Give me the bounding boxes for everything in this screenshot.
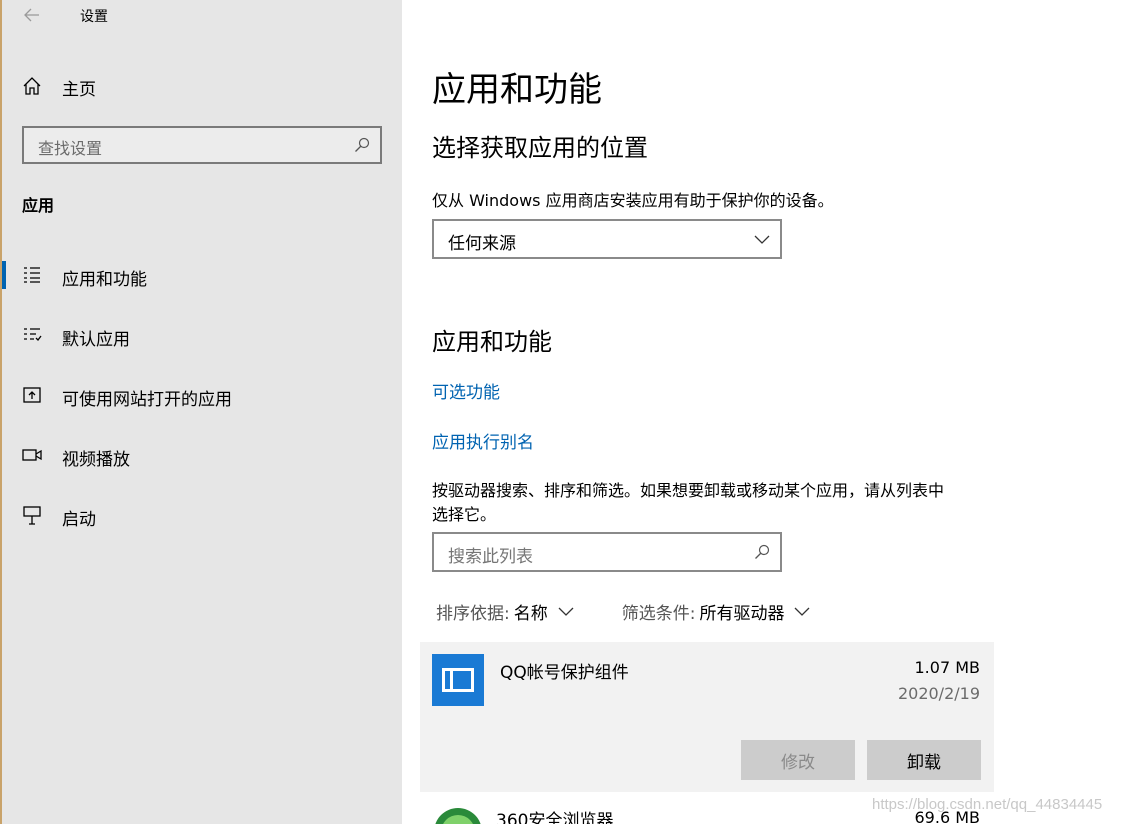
search-icon xyxy=(355,137,370,152)
app-execution-aliases-link[interactable]: 应用执行别名 xyxy=(432,428,534,453)
apps-description-line2: 选择它。 xyxy=(432,505,497,524)
settings-search-input[interactable]: 查找设置 xyxy=(22,126,382,164)
watermark: https://blog.csdn.net/qq_44834445 xyxy=(872,796,1103,813)
search-placeholder: 查找设置 xyxy=(38,139,103,158)
sort-dropdown[interactable]: 排序依据: 名称 xyxy=(436,599,574,625)
sidebar-item-label: 启动 xyxy=(62,510,96,530)
app-source-dropdown[interactable]: 任何来源 xyxy=(432,219,782,259)
sort-filter-row: 排序依据: 名称 筛选条件: 所有驱动器 xyxy=(436,599,810,625)
360-browser-app-icon xyxy=(432,806,484,824)
sidebar-section-heading: 应用 xyxy=(22,196,55,215)
qq-protection-app-icon xyxy=(432,654,484,706)
video-playback-icon xyxy=(22,449,42,461)
open-website-icon xyxy=(23,387,41,403)
app-list-search-input[interactable]: 搜索此列表 xyxy=(432,532,782,572)
window-title: 设置 xyxy=(80,9,108,25)
app-list-item[interactable]: QQ帐号保护组件 1.07 MB 2020/2/19 修改 卸载 xyxy=(420,642,994,792)
source-section-heading: 选择获取应用的位置 xyxy=(432,134,648,162)
back-arrow-icon xyxy=(24,8,39,22)
default-apps-icon xyxy=(24,328,42,341)
sidebar-item-startup[interactable]: 启动 xyxy=(2,488,402,548)
apps-description-line1: 按驱动器搜索、排序和筛选。如果想要卸载或移动某个应用，请从列表中 xyxy=(432,481,945,500)
sidebar-item-default-apps[interactable]: 默认应用 xyxy=(2,308,402,368)
sort-value: 名称 xyxy=(513,604,548,624)
apps-list-icon xyxy=(24,267,40,283)
uninstall-button[interactable]: 卸载 xyxy=(867,740,981,780)
sidebar-item-label: 应用和功能 xyxy=(62,270,147,290)
main-content: 应用和功能 选择获取应用的位置 仅从 Windows 应用商店安装应用有助于保护… xyxy=(402,0,1125,824)
search-placeholder: 搜索此列表 xyxy=(448,547,533,567)
app-install-date: 2020/2/19 xyxy=(897,684,980,703)
app-name: 360安全浏览器 xyxy=(496,811,614,824)
title-bar: 设置 xyxy=(2,0,402,32)
sidebar-nav: 应用和功能 默认应用 可使用网站打开的应用 视频播放 启动 xyxy=(2,248,402,548)
sidebar-item-open-with-website[interactable]: 可使用网站打开的应用 xyxy=(2,368,402,428)
startup-icon xyxy=(23,506,41,525)
filter-label: 筛选条件: xyxy=(621,604,696,624)
sort-label: 排序依据: xyxy=(436,604,510,624)
sidebar-item-label: 可使用网站打开的应用 xyxy=(62,390,232,410)
app-name: QQ帐号保护组件 xyxy=(500,663,629,683)
sidebar: 设置 主页 查找设置 应用 应用和功能 默认应用 可使用网站打开的应用 视频播放… xyxy=(2,0,402,824)
sidebar-item-apps-features[interactable]: 应用和功能 xyxy=(2,248,402,308)
sidebar-item-video-playback[interactable]: 视频播放 xyxy=(2,428,402,488)
sidebar-item-label: 主页 xyxy=(62,80,96,100)
filter-value: 所有驱动器 xyxy=(699,604,785,624)
home-icon xyxy=(23,77,41,95)
sidebar-item-label: 默认应用 xyxy=(62,330,130,350)
apps-section-heading: 应用和功能 xyxy=(432,328,552,356)
page-title: 应用和功能 xyxy=(432,70,602,110)
back-button[interactable] xyxy=(18,2,46,28)
optional-features-link[interactable]: 可选功能 xyxy=(432,378,500,403)
sidebar-item-home[interactable]: 主页 xyxy=(2,66,402,106)
search-icon xyxy=(755,544,770,559)
app-size: 1.07 MB xyxy=(914,658,981,677)
source-description: 仅从 Windows 应用商店安装应用有助于保护你的设备。 xyxy=(432,191,834,210)
dropdown-value: 任何来源 xyxy=(448,234,516,254)
sidebar-item-label: 视频播放 xyxy=(62,450,130,470)
modify-button[interactable]: 修改 xyxy=(741,740,855,780)
chevron-down-icon xyxy=(795,607,810,616)
filter-dropdown[interactable]: 筛选条件: 所有驱动器 xyxy=(622,599,811,625)
chevron-down-icon xyxy=(558,607,574,616)
chevron-down-icon xyxy=(754,235,770,244)
selected-indicator xyxy=(2,261,6,289)
